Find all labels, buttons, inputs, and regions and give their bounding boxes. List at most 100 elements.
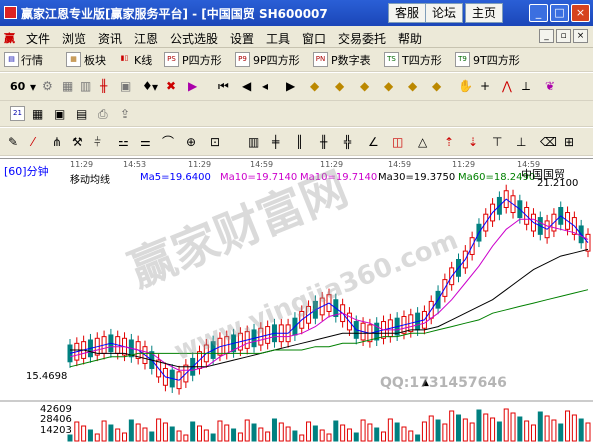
pencil-icon[interactable]: ✎ — [8, 135, 18, 149]
menu-news[interactable]: 资讯 — [98, 30, 122, 47]
t-square-label[interactable]: T四方形 — [402, 52, 442, 68]
customer-service-button[interactable]: 客服 — [388, 3, 427, 23]
homepage-button[interactable]: 主页 — [465, 3, 504, 23]
period-dropdown-icon[interactable]: ▾ — [30, 80, 36, 94]
ts-icon[interactable]: TS — [384, 52, 399, 67]
grid-view-icon[interactable]: ▦ — [32, 107, 43, 121]
quote-icon[interactable]: ▤ — [4, 52, 19, 67]
kline-icon[interactable]: ▮▯ — [117, 52, 132, 67]
hide-icon[interactable]: ⊞ — [564, 135, 574, 149]
grid-line-icon[interactable]: ╬ — [344, 135, 351, 149]
cycle-icon[interactable]: ⊕ — [186, 135, 196, 149]
volume-bar — [265, 431, 271, 442]
back-icon[interactable]: ◀ — [242, 79, 251, 93]
close-icon[interactable]: × — [571, 4, 590, 22]
menu-gann[interactable]: 江恩 — [134, 30, 158, 47]
settings-icon[interactable]: ⚙ — [42, 79, 53, 93]
quote-label[interactable]: 行情 — [21, 52, 43, 68]
arc-icon[interactable]: ⌒ — [162, 135, 174, 149]
export-icon[interactable]: ⇪ — [120, 107, 130, 121]
bar-type-dropdown-icon[interactable]: ▾ — [152, 80, 158, 94]
delete-icon[interactable]: ⌫ — [540, 135, 557, 149]
flag-icon[interactable]: ▶ — [188, 79, 197, 93]
volume-bar — [81, 425, 87, 442]
channel-icon[interactable]: ⚌ — [140, 135, 151, 149]
mdi-minimize-icon[interactable]: _ — [539, 29, 554, 43]
t9-icon[interactable]: T9 — [455, 52, 470, 67]
text-icon[interactable]: ⊤ — [492, 135, 502, 149]
zoom-in-icon[interactable]: ◆ — [310, 79, 319, 93]
menu-formula[interactable]: 公式选股 — [170, 30, 218, 47]
layout-icon[interactable]: ▥ — [80, 79, 91, 93]
minimize-icon[interactable]: _ — [529, 4, 548, 22]
chart-panel[interactable]: 11:29 14:53 11:29 14:59 11:29 14:59 11:29 14:59… — [0, 158, 593, 442]
mark-icon[interactable]: ⊥ — [516, 135, 526, 149]
print-icon[interactable]: ⎙ — [98, 107, 108, 121]
fibonacci-icon[interactable]: ⚍ — [118, 135, 129, 149]
p-square-label[interactable]: P四方形 — [182, 52, 222, 68]
fork-icon[interactable]: ⋔ — [52, 135, 62, 149]
sector-icon[interactable]: ▦ — [66, 52, 81, 67]
line-draw-icon[interactable]: ⋀ — [502, 79, 512, 93]
candle-icon[interactable]: ╫ — [100, 79, 107, 93]
p-number-label[interactable]: P数字表 — [331, 52, 371, 68]
p9-icon[interactable]: P9 — [235, 52, 250, 67]
palette-icon[interactable]: ❦ — [545, 79, 555, 93]
hand-icon[interactable]: ✋ — [458, 79, 473, 93]
forum-button[interactable]: 论坛 — [425, 3, 464, 23]
vertical-line-icon[interactable]: ║ — [296, 135, 303, 149]
volume-bar — [162, 422, 168, 442]
sector-label[interactable]: 板块 — [84, 52, 106, 68]
mdi-close-icon[interactable]: × — [573, 29, 588, 43]
pen-icon[interactable]: ⁄ — [32, 135, 34, 149]
grid-icon[interactable]: ▦ — [62, 79, 73, 93]
menu-settings[interactable]: 设置 — [230, 30, 254, 47]
up-arrow-icon[interactable]: ⇡ — [444, 135, 454, 149]
mdi-restore-icon[interactable]: ▫ — [556, 29, 571, 43]
parallel-icon[interactable]: ⫩ — [94, 135, 101, 149]
9p-square-label[interactable]: 9P四方形 — [253, 52, 300, 68]
app-menu-icon[interactable]: 赢 — [4, 30, 18, 45]
kline-label[interactable]: K线 — [134, 52, 152, 68]
page-down-icon[interactable]: ◆ — [432, 79, 441, 93]
page-up-icon[interactable]: ◆ — [408, 79, 417, 93]
lock-icon[interactable]: ▣ — [120, 79, 131, 93]
period-select[interactable]: 60 — [10, 80, 25, 93]
volume-bar — [169, 426, 175, 442]
menu-file[interactable]: 文件 — [26, 30, 50, 47]
time-line-icon[interactable]: ▥ — [248, 135, 259, 149]
ps-icon[interactable]: PS — [164, 52, 179, 67]
gann-fan-icon[interactable]: ⚒ — [72, 135, 83, 149]
box-icon[interactable]: ⊡ — [210, 135, 220, 149]
menu-trade[interactable]: 交易委托 — [338, 30, 386, 47]
square-icon[interactable]: ◫ — [392, 135, 403, 149]
volume-bar — [462, 418, 468, 442]
zoom-out-icon[interactable]: ◆ — [335, 79, 344, 93]
prev-icon[interactable]: ◂ — [262, 79, 268, 93]
menu-window[interactable]: 窗口 — [302, 30, 326, 47]
shift-left-icon[interactable]: ◆ — [360, 79, 369, 93]
price-line-icon[interactable]: ╪ — [272, 135, 279, 149]
cross-line-icon[interactable]: ╫ — [320, 135, 327, 149]
volume-bar — [319, 429, 325, 442]
calendar-icon[interactable]: 21 — [10, 106, 25, 121]
volume-bar — [135, 423, 141, 442]
angle-icon[interactable]: ∠ — [368, 135, 379, 149]
menu-help[interactable]: 帮助 — [398, 30, 422, 47]
first-icon[interactable]: ⏮ — [218, 79, 229, 93]
volume-bar — [74, 421, 80, 442]
down-arrow-icon[interactable]: ⇣ — [468, 135, 478, 149]
crosshair-icon[interactable]: + — [480, 79, 490, 93]
next-icon[interactable]: ▶ — [286, 79, 295, 93]
triangle-icon[interactable]: △ — [418, 135, 427, 149]
menu-tools[interactable]: 工具 — [266, 30, 290, 47]
shift-right-icon[interactable]: ◆ — [384, 79, 393, 93]
save-icon[interactable]: ▣ — [54, 107, 65, 121]
list-icon[interactable]: ▤ — [76, 107, 87, 121]
9t-square-label[interactable]: 9T四方形 — [473, 52, 520, 68]
reverse-icon[interactable]: ✖ — [166, 79, 176, 93]
measure-icon[interactable]: ⟂ — [522, 79, 530, 93]
maximize-icon[interactable]: □ — [550, 4, 569, 22]
menu-browse[interactable]: 浏览 — [62, 30, 86, 47]
pn-icon[interactable]: PN — [313, 52, 328, 67]
